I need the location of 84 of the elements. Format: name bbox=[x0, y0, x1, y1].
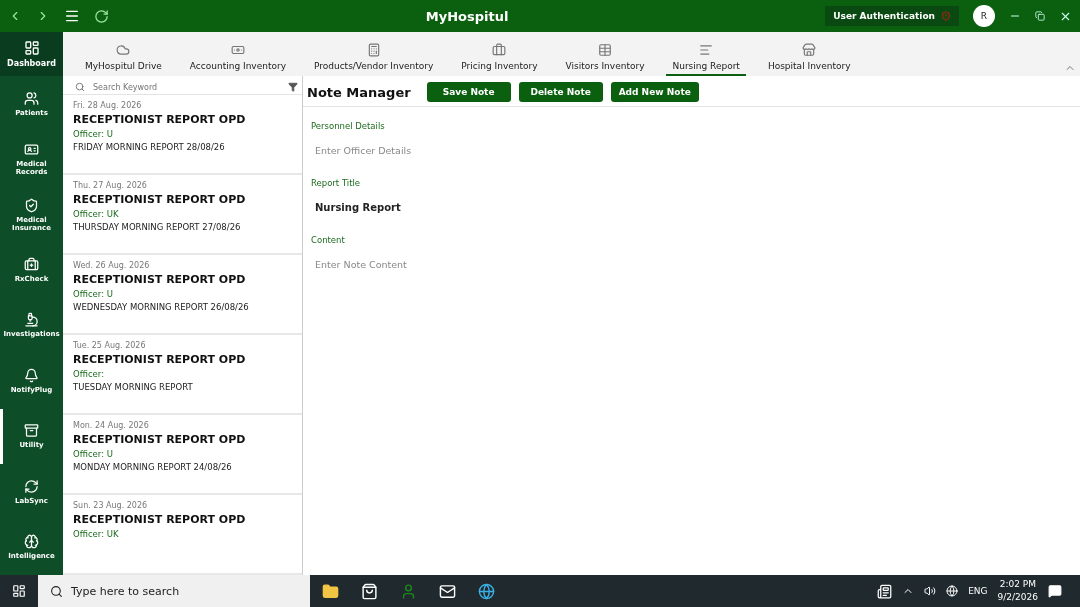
note-officer: Officer: bbox=[73, 369, 106, 379]
note-title: RECEPTIONIST REPORT OPD bbox=[73, 433, 247, 446]
brain-icon bbox=[24, 534, 39, 550]
note-officer: Officer: UK bbox=[73, 209, 120, 219]
toolbox-icon bbox=[24, 423, 39, 439]
search-icon bbox=[50, 584, 63, 598]
note-date: Wed. 26 Aug. 2026 bbox=[73, 261, 151, 270]
ribbon-tab[interactable]: Accounting Inventory bbox=[183, 43, 292, 76]
banknote-icon bbox=[230, 43, 245, 57]
network-icon[interactable] bbox=[946, 585, 959, 597]
lines-icon bbox=[699, 43, 714, 57]
microscope-icon bbox=[24, 312, 39, 328]
alert-icon bbox=[941, 11, 951, 21]
note-officer: Officer: U bbox=[73, 129, 114, 139]
medical-kit-icon bbox=[24, 257, 39, 273]
ribbon-tab[interactable]: Hospital Inventory bbox=[761, 43, 857, 76]
note-date: Tue. 25 Aug. 2026 bbox=[73, 341, 147, 350]
editor-title: Note Manager bbox=[307, 84, 411, 100]
store-bag-icon[interactable] bbox=[361, 582, 378, 600]
search-field[interactable]: Search Keyword bbox=[91, 81, 282, 93]
shield-icon bbox=[24, 197, 39, 213]
note-date: Fri. 28 Aug. 2026 bbox=[73, 101, 143, 110]
people-icon bbox=[24, 90, 39, 106]
note-date: Thu. 27 Aug. 2026 bbox=[73, 181, 148, 190]
id-card-icon bbox=[24, 142, 39, 158]
calculator-icon bbox=[366, 43, 381, 57]
field-label: Report Title bbox=[310, 177, 362, 188]
note-list-item[interactable]: Thu. 27 Aug. 2026 RECEPTIONIST REPORT OPD Officer: UK THURSDAY MORNING REPORT 27/08/26 bbox=[63, 175, 302, 255]
taskbar-search-field[interactable]: Type here to search bbox=[38, 575, 310, 607]
store-icon bbox=[802, 43, 817, 57]
note-action-button[interactable]: Save Note bbox=[426, 82, 511, 102]
folder-icon[interactable] bbox=[322, 582, 339, 600]
note-officer: Officer: U bbox=[73, 449, 114, 459]
news-icon[interactable] bbox=[877, 583, 893, 599]
mail-icon[interactable] bbox=[439, 582, 456, 600]
note-title: RECEPTIONIST REPORT OPD bbox=[73, 513, 247, 526]
briefcase-icon bbox=[492, 43, 507, 57]
note-officer: Officer: U bbox=[73, 289, 114, 299]
note-summary: FRIDAY MORNING REPORT 28/08/26 bbox=[73, 142, 226, 152]
start-icon[interactable] bbox=[12, 584, 26, 598]
note-summary: WEDNESDAY MORNING REPORT 26/08/26 bbox=[73, 302, 250, 312]
note-action-button[interactable]: Add New Note bbox=[610, 82, 699, 102]
ribbon-tab[interactable]: Visitors Inventory bbox=[559, 43, 651, 76]
bell-icon bbox=[24, 367, 39, 383]
dashboard-icon bbox=[23, 40, 40, 56]
browser-icon[interactable] bbox=[478, 582, 495, 600]
note-list-item[interactable]: Wed. 26 Aug. 2026 RECEPTIONIST REPORT OPD Officer: U WEDNESDAY MORNING REPORT 26/08/26 bbox=[63, 255, 302, 335]
speaker-icon[interactable] bbox=[924, 585, 937, 597]
note-title: RECEPTIONIST REPORT OPD bbox=[73, 113, 247, 126]
note-date: Sun. 23 Aug. 2026 bbox=[73, 501, 149, 510]
note-date: Mon. 24 Aug. 2026 bbox=[73, 421, 150, 430]
notifications-icon[interactable] bbox=[1048, 584, 1062, 598]
note-list-item[interactable]: Tue. 25 Aug. 2026 RECEPTIONIST REPORT OPD Officer: TUESDAY MORNING REPORT bbox=[63, 335, 302, 415]
search-icon bbox=[75, 82, 85, 92]
note-list-item[interactable]: Mon. 24 Aug. 2026 RECEPTIONIST REPORT OPD Officer: U MONDAY MORNING REPORT 24/08/26 bbox=[63, 415, 302, 495]
language-indicator[interactable]: ENG bbox=[968, 586, 988, 596]
window-title: MyHospitul bbox=[424, 8, 510, 24]
refresh-icon[interactable] bbox=[94, 8, 109, 24]
restore-icon[interactable] bbox=[1035, 11, 1045, 21]
note-action-button[interactable]: Delete Note bbox=[518, 82, 603, 102]
ribbon-tab[interactable]: Pricing Inventory bbox=[455, 43, 544, 76]
note-summary: THURSDAY MORNING REPORT 27/08/26 bbox=[73, 222, 242, 232]
note-title: RECEPTIONIST REPORT OPD bbox=[73, 273, 247, 286]
user-authentication-button[interactable]: User Authentication bbox=[825, 6, 959, 26]
field-label: Content bbox=[310, 234, 346, 245]
app-person-icon[interactable] bbox=[400, 582, 417, 600]
ribbon-tab[interactable]: Products/Vendor Inventory bbox=[307, 43, 440, 76]
sync-icon bbox=[24, 478, 39, 494]
note-summary: TUESDAY MORNING REPORT bbox=[73, 382, 194, 392]
note-title: RECEPTIONIST REPORT OPD bbox=[73, 193, 247, 206]
note-list-item[interactable]: Fri. 28 Aug. 2026 RECEPTIONIST REPORT OPD Officer: U FRIDAY MORNING REPORT 28/08/26 bbox=[63, 95, 302, 175]
filter-icon[interactable] bbox=[288, 82, 298, 92]
clock[interactable]: 2:02 PM 9/2/2026 bbox=[997, 578, 1038, 604]
user-avatar[interactable]: R bbox=[973, 5, 995, 27]
cloud-icon bbox=[116, 43, 131, 57]
dashboard-nav-item[interactable]: Dashboard bbox=[0, 32, 63, 76]
field-label: Personnel Details bbox=[310, 120, 386, 131]
table-icon bbox=[598, 43, 612, 57]
ribbon-tab[interactable]: MyHospitul Drive bbox=[79, 43, 168, 76]
menu-icon[interactable] bbox=[64, 8, 80, 24]
note-summary: MONDAY MORNING REPORT 24/08/26 bbox=[73, 462, 233, 472]
ribbon-tab[interactable]: Nursing Report bbox=[666, 43, 746, 76]
note-title: RECEPTIONIST REPORT OPD bbox=[73, 353, 247, 366]
note-officer: Officer: UK bbox=[73, 529, 120, 539]
